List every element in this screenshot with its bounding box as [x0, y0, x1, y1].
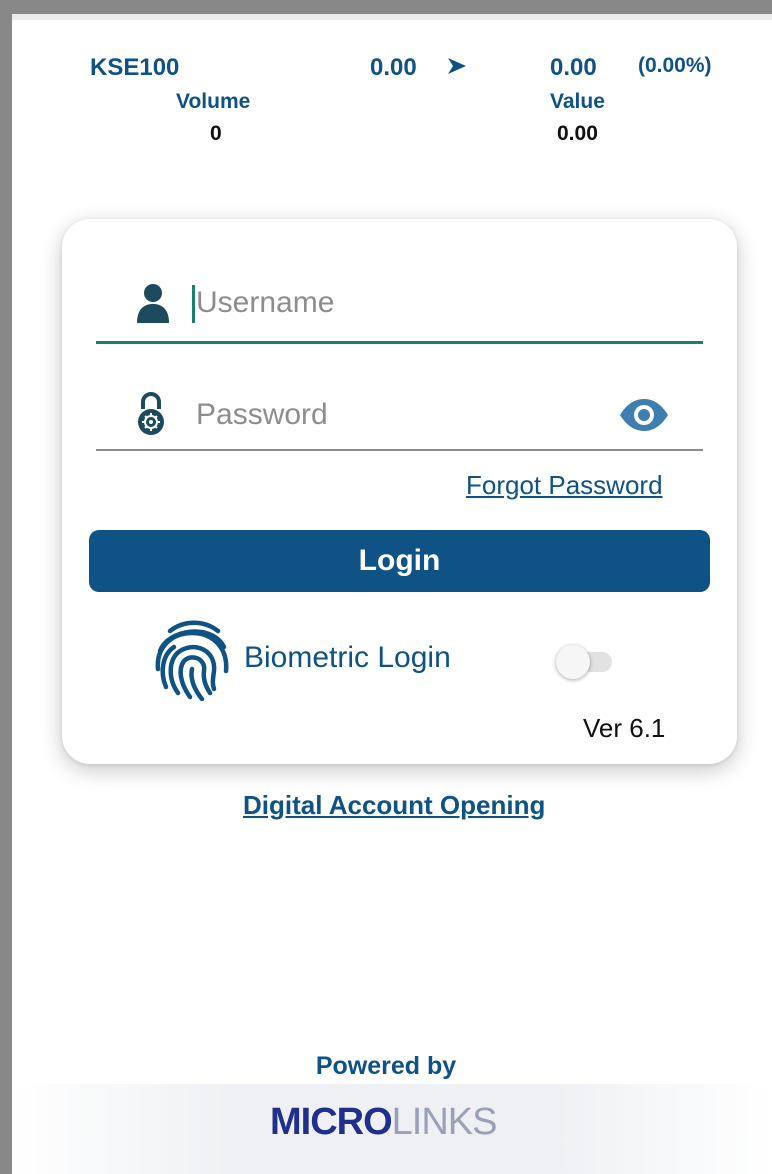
- fingerprint-icon: [155, 620, 229, 701]
- toggle-thumb: [556, 645, 590, 679]
- value-value: 0.00: [557, 122, 598, 145]
- login-card: Forgot Password Login Biometric Login Ve…: [62, 219, 737, 764]
- app-version: Ver 6.1: [583, 713, 666, 743]
- arrow-right-icon: [448, 58, 466, 74]
- microlinks-logo: MICROLINKS: [270, 1101, 498, 1144]
- digital-account-opening-link[interactable]: Digital Account Opening: [243, 790, 545, 821]
- lock-icon: [138, 392, 164, 435]
- volume-label: Volume: [176, 90, 251, 113]
- username-input[interactable]: [194, 279, 598, 327]
- logo-light-part: LINKS: [391, 1101, 498, 1143]
- value-label: Value: [550, 90, 605, 113]
- index-name: KSE100: [90, 54, 180, 81]
- forgot-password-link[interactable]: Forgot Password: [466, 470, 663, 501]
- index-points: 0.00: [370, 54, 417, 81]
- powered-by-label: Powered by: [315, 1052, 457, 1080]
- biometric-login-label: Biometric Login: [244, 641, 451, 674]
- logo-bold-part: MICRO: [270, 1101, 393, 1143]
- eye-icon[interactable]: [618, 397, 670, 433]
- user-icon: [137, 284, 169, 323]
- username-field: [96, 267, 703, 344]
- biometric-toggle[interactable]: [556, 645, 618, 679]
- volume-value: 0: [210, 122, 222, 145]
- index-change-percent: (0.00%): [638, 54, 712, 77]
- login-button[interactable]: Login: [89, 530, 710, 592]
- index-change: 0.00: [550, 54, 597, 81]
- biometric-login-row: Biometric Login: [152, 615, 652, 705]
- password-input[interactable]: [194, 391, 598, 439]
- password-field: [96, 379, 703, 451]
- market-ticker: KSE100 0.00 0.00 (0.00%) Volume 0 Value …: [0, 0, 772, 180]
